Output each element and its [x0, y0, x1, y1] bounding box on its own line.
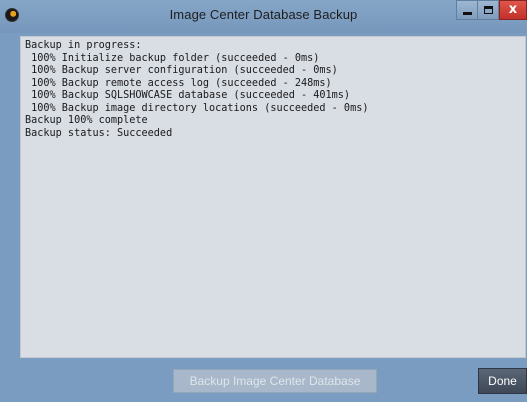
close-icon: x [508, 2, 518, 17]
backup-log[interactable]: Backup in progress: 100% Initialize back… [20, 36, 526, 358]
maximize-button[interactable] [477, 0, 499, 20]
title-bar[interactable]: Image Center Database Backup x [0, 0, 527, 33]
log-line: 100% Backup image directory locations (s… [25, 102, 369, 114]
log-line: 100% Backup remote access log (succeeded… [25, 77, 332, 89]
log-line: 100% Backup server configuration (succee… [25, 65, 338, 76]
backup-window: Image Center Database Backup x Backup in… [0, 0, 527, 402]
log-line: 100% Initialize backup folder (succeeded… [25, 52, 320, 64]
log-line: Backup 100% complete [25, 115, 148, 126]
log-line: 100% Backup SQLSHOWCASE database (succee… [25, 90, 351, 101]
log-line: Backup status: Succeeded [25, 127, 173, 139]
done-button[interactable]: Done [478, 368, 527, 394]
window-title: Image Center Database Backup [169, 7, 358, 22]
minimize-button[interactable] [456, 0, 478, 20]
close-button[interactable]: x [499, 0, 527, 20]
log-line: Backup in progress: [25, 40, 142, 51]
backup-database-button[interactable]: Backup Image Center Database [173, 369, 377, 393]
